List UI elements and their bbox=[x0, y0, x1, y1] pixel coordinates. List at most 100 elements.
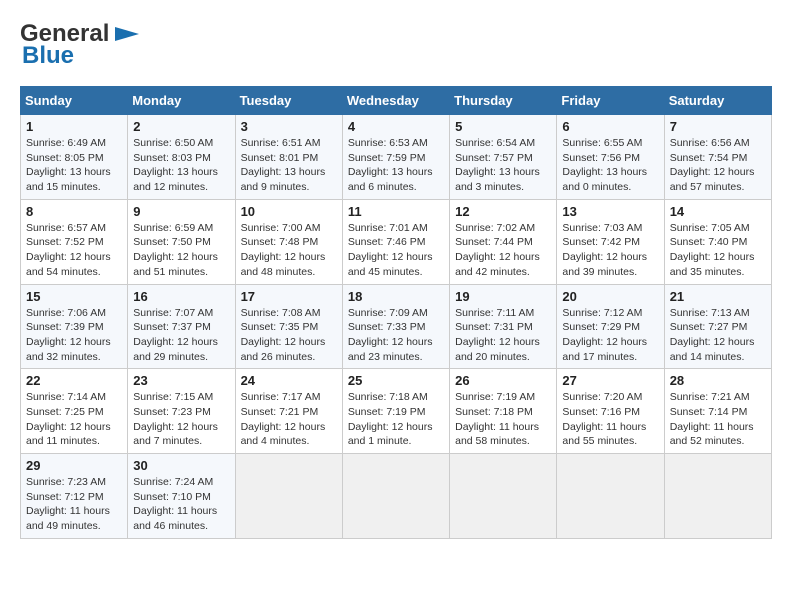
day-info: Sunrise: 7:23 AM Sunset: 7:12 PM Dayligh… bbox=[26, 475, 122, 534]
day-number: 3 bbox=[241, 119, 337, 134]
day-info: Sunrise: 6:53 AM Sunset: 7:59 PM Dayligh… bbox=[348, 136, 444, 195]
calendar-week-row: 22Sunrise: 7:14 AM Sunset: 7:25 PM Dayli… bbox=[21, 369, 772, 454]
calendar-cell: 16Sunrise: 7:07 AM Sunset: 7:37 PM Dayli… bbox=[128, 284, 235, 369]
day-number: 13 bbox=[562, 204, 658, 219]
calendar-cell: 13 Sunrise: 7:03 AM Sunset: 7:42 PM Dayli… bbox=[557, 199, 664, 284]
calendar-cell: 24 Sunrise: 7:17 AM Sunset: 7:21 PM Dayli… bbox=[235, 369, 342, 454]
day-info: Sunrise: 7:18 AM Sunset: 7:19 PM Dayligh… bbox=[348, 390, 444, 449]
day-info: Sunrise: 6:54 AM Sunset: 7:57 PM Dayligh… bbox=[455, 136, 551, 195]
header-day-tuesday: Tuesday bbox=[235, 87, 342, 115]
calendar-cell: 20 Sunrise: 7:12 AM Sunset: 7:29 PM Dayli… bbox=[557, 284, 664, 369]
calendar-cell: 1 Sunrise: 6:49 AM Sunset: 8:05 PM Daylig… bbox=[21, 115, 128, 200]
day-number: 14 bbox=[670, 204, 766, 219]
day-info: Sunrise: 7:13 AM Sunset: 7:27 PM Dayligh… bbox=[670, 306, 766, 365]
calendar-table: SundayMondayTuesdayWednesdayThursdayFrid… bbox=[20, 86, 772, 539]
day-info: Sunrise: 7:24 AM Sunset: 7:10 PM Dayligh… bbox=[133, 475, 229, 534]
day-info: Sunrise: 7:08 AM Sunset: 7:35 PM Dayligh… bbox=[241, 306, 337, 365]
day-number: 23 bbox=[133, 373, 229, 388]
calendar-cell: 8 Sunrise: 6:57 AM Sunset: 7:52 PM Daylig… bbox=[21, 199, 128, 284]
calendar-cell bbox=[450, 454, 557, 539]
day-number: 21 bbox=[670, 289, 766, 304]
day-number: 28 bbox=[670, 373, 766, 388]
day-info: Sunrise: 7:19 AM Sunset: 7:18 PM Dayligh… bbox=[455, 390, 551, 449]
day-number: 20 bbox=[562, 289, 658, 304]
day-number: 16 bbox=[133, 289, 229, 304]
day-number: 8 bbox=[26, 204, 122, 219]
day-info: Sunrise: 7:03 AM Sunset: 7:42 PM Dayligh… bbox=[562, 221, 658, 280]
calendar-cell: 21 Sunrise: 7:13 AM Sunset: 7:27 PM Dayli… bbox=[664, 284, 771, 369]
calendar-cell: 10 Sunrise: 7:00 AM Sunset: 7:48 PM Dayli… bbox=[235, 199, 342, 284]
calendar-cell: 30Sunrise: 7:24 AM Sunset: 7:10 PM Dayli… bbox=[128, 454, 235, 539]
day-info: Sunrise: 6:50 AM Sunset: 8:03 PM Dayligh… bbox=[133, 136, 229, 195]
calendar-cell: 25 Sunrise: 7:18 AM Sunset: 7:19 PM Dayli… bbox=[342, 369, 449, 454]
day-info: Sunrise: 7:11 AM Sunset: 7:31 PM Dayligh… bbox=[455, 306, 551, 365]
day-info: Sunrise: 7:02 AM Sunset: 7:44 PM Dayligh… bbox=[455, 221, 551, 280]
day-info: Sunrise: 7:14 AM Sunset: 7:25 PM Dayligh… bbox=[26, 390, 122, 449]
day-info: Sunrise: 7:06 AM Sunset: 7:39 PM Dayligh… bbox=[26, 306, 122, 365]
calendar-cell: 17 Sunrise: 7:08 AM Sunset: 7:35 PM Dayli… bbox=[235, 284, 342, 369]
day-info: Sunrise: 6:59 AM Sunset: 7:50 PM Dayligh… bbox=[133, 221, 229, 280]
day-info: Sunrise: 7:01 AM Sunset: 7:46 PM Dayligh… bbox=[348, 221, 444, 280]
day-number: 1 bbox=[26, 119, 122, 134]
calendar-cell: 27 Sunrise: 7:20 AM Sunset: 7:16 PM Dayli… bbox=[557, 369, 664, 454]
day-info: Sunrise: 6:56 AM Sunset: 7:54 PM Dayligh… bbox=[670, 136, 766, 195]
day-info: Sunrise: 7:00 AM Sunset: 7:48 PM Dayligh… bbox=[241, 221, 337, 280]
day-number: 18 bbox=[348, 289, 444, 304]
day-number: 19 bbox=[455, 289, 551, 304]
calendar-cell: 22Sunrise: 7:14 AM Sunset: 7:25 PM Dayli… bbox=[21, 369, 128, 454]
calendar-cell: 18 Sunrise: 7:09 AM Sunset: 7:33 PM Dayli… bbox=[342, 284, 449, 369]
day-number: 4 bbox=[348, 119, 444, 134]
day-info: Sunrise: 7:05 AM Sunset: 7:40 PM Dayligh… bbox=[670, 221, 766, 280]
calendar-week-row: 1 Sunrise: 6:49 AM Sunset: 8:05 PM Daylig… bbox=[21, 115, 772, 200]
day-info: Sunrise: 7:12 AM Sunset: 7:29 PM Dayligh… bbox=[562, 306, 658, 365]
logo-blue: Blue bbox=[22, 42, 74, 70]
calendar-cell bbox=[342, 454, 449, 539]
calendar-cell: 9Sunrise: 6:59 AM Sunset: 7:50 PM Daylig… bbox=[128, 199, 235, 284]
day-info: Sunrise: 7:21 AM Sunset: 7:14 PM Dayligh… bbox=[670, 390, 766, 449]
day-number: 27 bbox=[562, 373, 658, 388]
calendar-body: 1 Sunrise: 6:49 AM Sunset: 8:05 PM Daylig… bbox=[21, 115, 772, 539]
calendar-cell: 26 Sunrise: 7:19 AM Sunset: 7:18 PM Dayli… bbox=[450, 369, 557, 454]
calendar-cell: 6 Sunrise: 6:55 AM Sunset: 7:56 PM Daylig… bbox=[557, 115, 664, 200]
day-info: Sunrise: 6:49 AM Sunset: 8:05 PM Dayligh… bbox=[26, 136, 122, 195]
day-number: 17 bbox=[241, 289, 337, 304]
day-number: 6 bbox=[562, 119, 658, 134]
calendar-cell: 7 Sunrise: 6:56 AM Sunset: 7:54 PM Daylig… bbox=[664, 115, 771, 200]
day-number: 2 bbox=[133, 119, 229, 134]
day-number: 10 bbox=[241, 204, 337, 219]
day-number: 7 bbox=[670, 119, 766, 134]
day-info: Sunrise: 6:55 AM Sunset: 7:56 PM Dayligh… bbox=[562, 136, 658, 195]
calendar-cell: 4 Sunrise: 6:53 AM Sunset: 7:59 PM Daylig… bbox=[342, 115, 449, 200]
calendar-cell bbox=[664, 454, 771, 539]
day-info: Sunrise: 6:57 AM Sunset: 7:52 PM Dayligh… bbox=[26, 221, 122, 280]
calendar-week-row: 29 Sunrise: 7:23 AM Sunset: 7:12 PM Dayli… bbox=[21, 454, 772, 539]
calendar-cell: 19 Sunrise: 7:11 AM Sunset: 7:31 PM Dayli… bbox=[450, 284, 557, 369]
header-day-wednesday: Wednesday bbox=[342, 87, 449, 115]
calendar-cell: 5 Sunrise: 6:54 AM Sunset: 7:57 PM Daylig… bbox=[450, 115, 557, 200]
day-info: Sunrise: 7:09 AM Sunset: 7:33 PM Dayligh… bbox=[348, 306, 444, 365]
day-number: 24 bbox=[241, 373, 337, 388]
calendar-week-row: 8 Sunrise: 6:57 AM Sunset: 7:52 PM Daylig… bbox=[21, 199, 772, 284]
header-day-sunday: Sunday bbox=[21, 87, 128, 115]
day-number: 11 bbox=[348, 204, 444, 219]
day-number: 12 bbox=[455, 204, 551, 219]
calendar-cell: 23 Sunrise: 7:15 AM Sunset: 7:23 PM Dayli… bbox=[128, 369, 235, 454]
header-day-thursday: Thursday bbox=[450, 87, 557, 115]
calendar-header-row: SundayMondayTuesdayWednesdayThursdayFrid… bbox=[21, 87, 772, 115]
calendar-cell: 11 Sunrise: 7:01 AM Sunset: 7:46 PM Dayli… bbox=[342, 199, 449, 284]
day-info: Sunrise: 7:17 AM Sunset: 7:21 PM Dayligh… bbox=[241, 390, 337, 449]
day-number: 29 bbox=[26, 458, 122, 473]
day-number: 26 bbox=[455, 373, 551, 388]
calendar-cell: 2 Sunrise: 6:50 AM Sunset: 8:03 PM Daylig… bbox=[128, 115, 235, 200]
day-info: Sunrise: 7:15 AM Sunset: 7:23 PM Dayligh… bbox=[133, 390, 229, 449]
day-number: 15 bbox=[26, 289, 122, 304]
day-number: 25 bbox=[348, 373, 444, 388]
calendar-cell: 12 Sunrise: 7:02 AM Sunset: 7:44 PM Dayli… bbox=[450, 199, 557, 284]
calendar-cell: 28 Sunrise: 7:21 AM Sunset: 7:14 PM Dayli… bbox=[664, 369, 771, 454]
day-number: 5 bbox=[455, 119, 551, 134]
header-day-saturday: Saturday bbox=[664, 87, 771, 115]
header-day-monday: Monday bbox=[128, 87, 235, 115]
page-header: General Blue bbox=[20, 20, 772, 70]
day-info: Sunrise: 7:20 AM Sunset: 7:16 PM Dayligh… bbox=[562, 390, 658, 449]
calendar-cell: 14 Sunrise: 7:05 AM Sunset: 7:40 PM Dayli… bbox=[664, 199, 771, 284]
